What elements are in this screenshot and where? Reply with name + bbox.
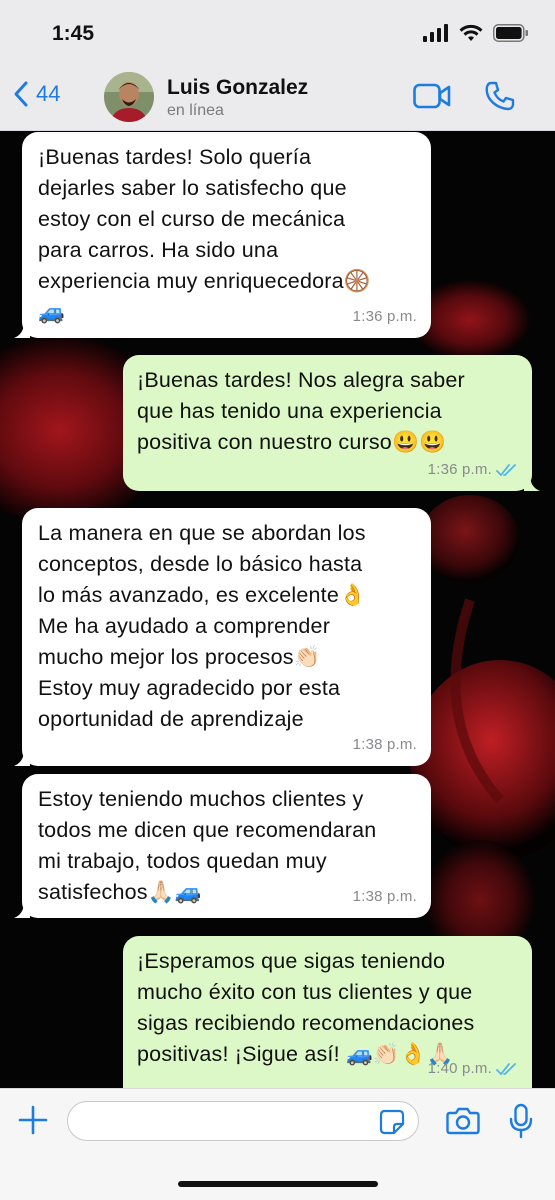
message-meta: 1:36 p.m. bbox=[428, 454, 518, 485]
message-text: ¡Esperamos que sigas teniendo mucho éxit… bbox=[137, 949, 475, 1066]
sticker-icon bbox=[379, 1109, 405, 1135]
message-meta: 1:40 p.m. bbox=[428, 1053, 518, 1084]
message-time: 1:40 p.m. bbox=[427, 1060, 492, 1077]
message-text: La manera en que se abordan los concepto… bbox=[38, 521, 366, 731]
status-time: 1:45 bbox=[52, 22, 95, 45]
message-bubble-incoming[interactable]: ¡Buenas tardes! Solo quería dejarles sab… bbox=[14, 132, 431, 338]
sticker-button[interactable] bbox=[379, 1109, 405, 1140]
voice-message-button[interactable] bbox=[508, 1103, 534, 1144]
avatar[interactable] bbox=[104, 72, 154, 122]
bubble-tail bbox=[14, 322, 30, 338]
bubble-tail bbox=[14, 750, 30, 766]
bubble-tail bbox=[14, 902, 30, 918]
voice-call-button[interactable] bbox=[484, 80, 516, 117]
read-receipt-icon bbox=[496, 463, 516, 476]
message-time: 1:38 p.m. bbox=[352, 888, 417, 905]
home-indicator bbox=[178, 1181, 378, 1187]
avatar-photo bbox=[104, 72, 154, 122]
battery-icon bbox=[493, 24, 528, 42]
contact-status: en línea bbox=[167, 102, 224, 119]
chat-screen: 1:45 44 Luis Gonzalez en línea ¡Buenas t… bbox=[0, 0, 555, 1200]
message-time: 1:36 p.m. bbox=[427, 461, 492, 478]
camera-icon bbox=[446, 1107, 480, 1135]
unread-count: 44 bbox=[36, 81, 61, 106]
microphone-icon bbox=[509, 1103, 533, 1139]
message-meta: 1:36 p.m. bbox=[353, 301, 417, 332]
status-icons bbox=[423, 24, 529, 42]
message-bubble-incoming[interactable]: Estoy teniendo muchos clientes y todos m… bbox=[14, 774, 431, 918]
phone-icon bbox=[485, 81, 515, 111]
video-camera-icon bbox=[413, 83, 451, 109]
message-time: 1:38 p.m. bbox=[352, 736, 417, 753]
chevron-left-icon bbox=[14, 81, 28, 107]
message-time: 1:36 p.m. bbox=[352, 308, 417, 325]
message-text: ¡Buenas tardes! Nos alegra saber que has… bbox=[137, 368, 465, 454]
camera-button[interactable] bbox=[446, 1107, 480, 1140]
read-receipt-icon bbox=[496, 1062, 516, 1075]
message-list[interactable]: ¡Buenas tardes! Solo quería dejarles sab… bbox=[0, 130, 555, 1088]
composer-bar bbox=[0, 1088, 555, 1200]
message-meta: 1:38 p.m. bbox=[353, 881, 417, 912]
chat-header: 1:45 44 Luis Gonzalez en línea bbox=[0, 0, 555, 131]
signal-icon bbox=[423, 24, 448, 42]
video-call-button[interactable] bbox=[413, 82, 451, 115]
bubble-tail bbox=[524, 475, 540, 491]
message-bubble-incoming[interactable]: La manera en que se abordan los concepto… bbox=[14, 508, 431, 766]
contact-name[interactable]: Luis Gonzalez bbox=[167, 76, 308, 100]
message-bubble-outgoing[interactable]: ¡Esperamos que sigas teniendo mucho éxit… bbox=[123, 936, 532, 1088]
attach-button[interactable] bbox=[16, 1103, 50, 1142]
back-button[interactable]: 44 bbox=[12, 80, 60, 108]
message-meta: 1:38 p.m. bbox=[353, 729, 417, 760]
message-input[interactable] bbox=[67, 1101, 419, 1141]
message-bubble-outgoing[interactable]: ¡Buenas tardes! Nos alegra saber que has… bbox=[123, 355, 540, 491]
plus-icon bbox=[18, 1105, 48, 1135]
wifi-icon bbox=[459, 24, 483, 41]
